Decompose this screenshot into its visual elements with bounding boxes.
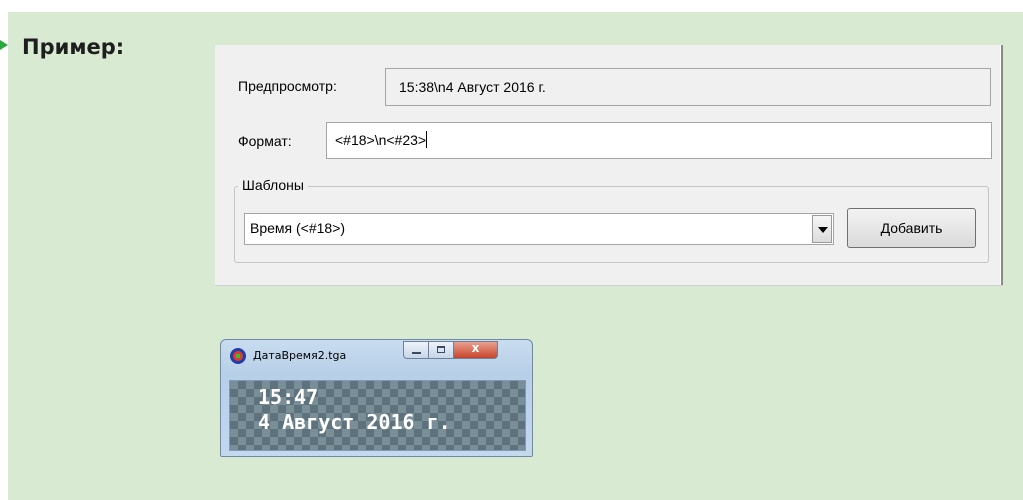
close-icon[interactable] bbox=[453, 341, 498, 359]
maximize-icon[interactable] bbox=[428, 341, 454, 359]
chevron-down-icon[interactable] bbox=[812, 215, 832, 243]
arrow-icon bbox=[0, 40, 8, 50]
date-text: 4 Август 2016 г. bbox=[258, 410, 451, 434]
format-label: Формат: bbox=[238, 133, 292, 149]
format-input-value: <#18>\n<#23> bbox=[335, 132, 427, 148]
dialog-border bbox=[1000, 45, 1003, 285]
add-button[interactable]: Добавить bbox=[847, 208, 976, 248]
template-select-value: Время (<#18>) bbox=[250, 220, 346, 236]
text-caret bbox=[426, 131, 428, 148]
preview-field: 15:38\n4 Август 2016 г. bbox=[385, 68, 991, 106]
preview-window: ДатаВремя2.tga 15:47 4 Август 2016 г. bbox=[220, 339, 533, 457]
time-text: 15:47 bbox=[258, 385, 319, 409]
image-canvas: 15:47 4 Август 2016 г. bbox=[229, 380, 526, 451]
preview-label: Предпросмотр: bbox=[238, 78, 337, 94]
app-icon bbox=[230, 348, 246, 364]
example-heading: Пример: bbox=[22, 35, 125, 59]
templates-group-title: Шаблоны bbox=[238, 177, 308, 193]
window-title: ДатаВремя2.tga bbox=[253, 349, 347, 362]
template-select[interactable]: Время (<#18>) bbox=[244, 213, 834, 245]
minimize-icon[interactable] bbox=[403, 341, 429, 359]
format-input[interactable]: <#18>\n<#23> bbox=[326, 122, 992, 159]
